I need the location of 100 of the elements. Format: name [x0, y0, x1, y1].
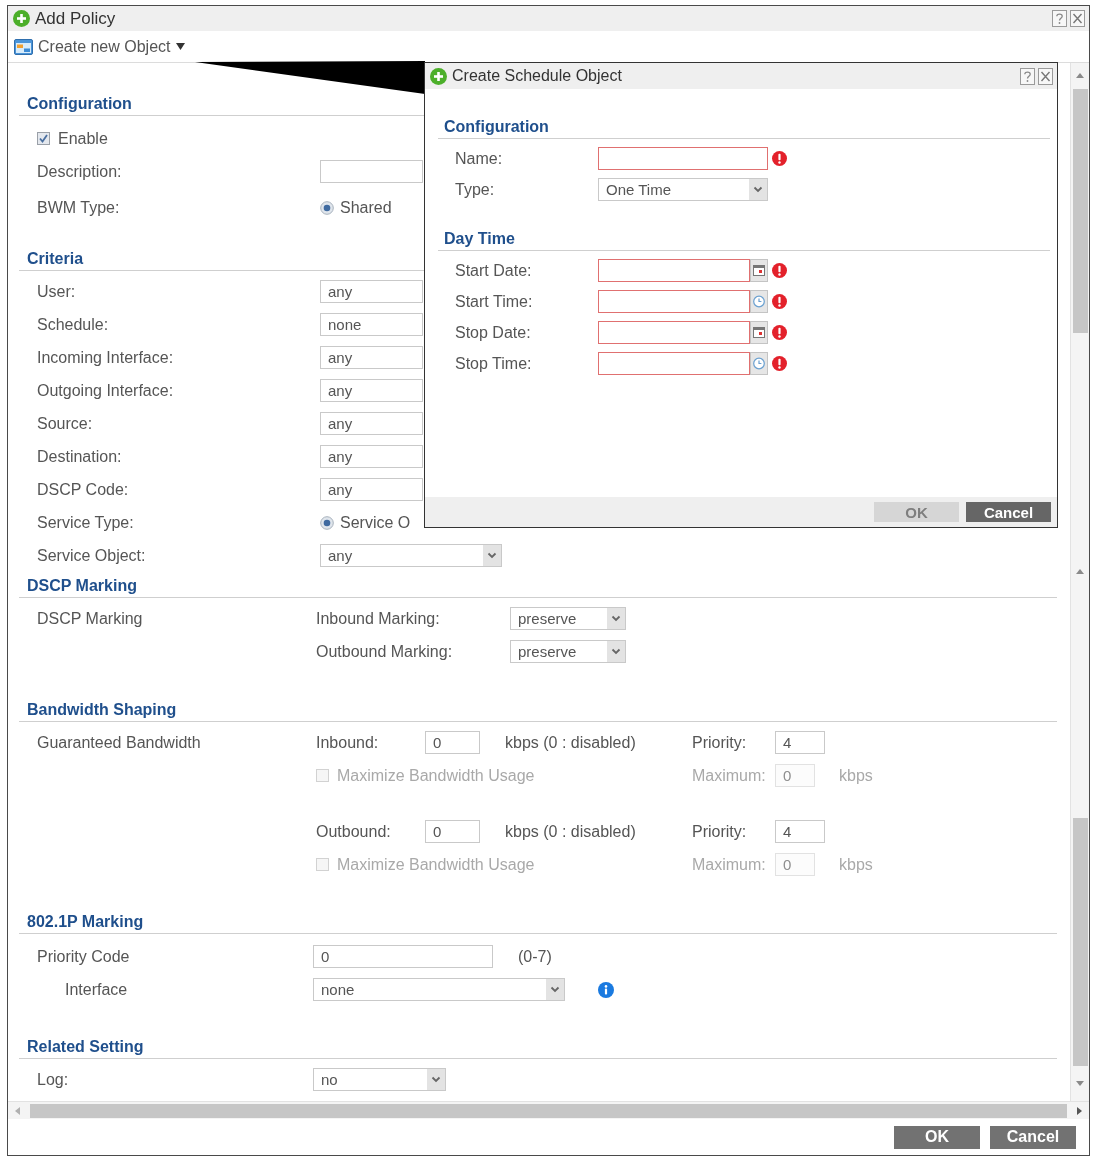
checkbox[interactable]	[37, 132, 50, 145]
radio-button[interactable]	[320, 200, 334, 215]
clock-icon[interactable]	[750, 352, 768, 375]
section-heading: Configuration	[444, 118, 549, 135]
field-label: Interface	[65, 980, 128, 999]
action-button[interactable]: OK	[894, 1125, 980, 1149]
info-icon[interactable]	[598, 981, 614, 998]
section-heading: 802.1P Marking	[27, 913, 144, 930]
field-label: Name:	[455, 149, 503, 168]
field-label: Priority:	[692, 822, 747, 841]
dropdown[interactable]: preserve	[510, 607, 626, 630]
input-field[interactable]: any	[320, 379, 423, 402]
section-heading: Bandwidth Shaping	[27, 701, 177, 718]
field-label: Start Time:	[455, 292, 533, 311]
input-field[interactable]	[320, 160, 423, 183]
field-label: Outbound Marking:	[316, 642, 453, 660]
scroll-right-icon[interactable]	[1075, 1105, 1083, 1116]
input-field[interactable]: any	[320, 412, 423, 435]
error-icon	[772, 151, 787, 166]
field-label: Source:	[37, 414, 93, 433]
create-object-menu[interactable]: Create new Object	[14, 37, 185, 56]
clock-icon[interactable]	[750, 290, 768, 313]
scroll-down-icon[interactable]	[1075, 1078, 1085, 1088]
dropdown[interactable]: preserve	[510, 640, 626, 663]
input-field[interactable]	[598, 290, 750, 313]
field-label: Priority:	[692, 733, 747, 752]
field-label: Schedule:	[37, 315, 109, 334]
field-label: kbps (0 : disabled)	[505, 822, 636, 841]
input-field[interactable]: any	[320, 445, 423, 468]
scrollbar-thumb[interactable]	[1072, 89, 1088, 333]
chevron-down-icon	[607, 608, 625, 629]
field-label: Stop Date:	[455, 323, 531, 342]
input-field[interactable]: 0	[313, 945, 493, 968]
dropdown[interactable]: no	[313, 1068, 446, 1091]
chevron-down-icon	[427, 1069, 445, 1090]
dialog-title: Create Schedule Object	[452, 67, 622, 85]
scroll-up-icon[interactable]	[1075, 71, 1085, 81]
field-label: Start Date:	[455, 261, 532, 280]
field-label: Inbound Marking:	[316, 609, 440, 627]
help-icon[interactable]	[1020, 67, 1035, 85]
input-field[interactable]: 4	[775, 731, 825, 754]
field-label: Log:	[37, 1070, 69, 1089]
calendar-icon[interactable]	[750, 321, 768, 344]
input-field[interactable]: none	[320, 313, 423, 336]
input-field[interactable]: any	[320, 346, 423, 369]
range-hint: (0-7)	[518, 947, 552, 966]
dropdown[interactable]: any	[320, 544, 502, 567]
input-field[interactable]: any	[320, 280, 423, 303]
close-icon[interactable]	[1038, 67, 1053, 85]
scroll-left-icon[interactable]	[14, 1105, 22, 1116]
close-icon[interactable]	[1070, 10, 1085, 27]
field-label: Guaranteed Bandwidth	[37, 733, 201, 752]
field-label: kbps	[839, 766, 873, 785]
add-icon	[430, 67, 447, 85]
field-label: Type:	[455, 180, 495, 199]
radio-label: Shared	[340, 198, 392, 217]
chevron-down-icon	[607, 641, 625, 662]
window-title: Add Policy	[35, 8, 116, 29]
checkbox-label: Maximize Bandwidth Usage	[337, 766, 535, 785]
radio-label: Service O	[340, 513, 411, 532]
input-field[interactable]	[598, 352, 750, 375]
dropdown[interactable]: One Time	[598, 178, 768, 201]
input-field[interactable]: 4	[775, 820, 825, 843]
field-label: Description:	[37, 162, 122, 181]
field-label: DSCP Marking	[37, 609, 143, 628]
section-heading: Day Time	[444, 230, 515, 247]
field-label: Priority Code	[37, 947, 130, 966]
input-field[interactable]: any	[320, 478, 423, 501]
field-label: Inbound:	[316, 733, 379, 752]
caret-down-icon	[175, 43, 185, 50]
dropdown[interactable]: none	[313, 978, 565, 1001]
input-field[interactable]	[598, 147, 768, 170]
checkbox-label: Maximize Bandwidth Usage	[337, 855, 535, 874]
help-icon[interactable]	[1052, 10, 1067, 27]
radio-button[interactable]	[320, 515, 334, 530]
error-icon	[772, 356, 787, 371]
add-icon	[13, 10, 30, 27]
field-label: Maximum:	[692, 766, 766, 784]
section-heading: Related Setting	[27, 1038, 144, 1055]
checkbox-label: Enable	[58, 129, 108, 148]
calendar-icon[interactable]	[750, 259, 768, 282]
dialog-button[interactable]: Cancel	[966, 502, 1051, 522]
scroll-up-icon[interactable]	[1075, 567, 1085, 577]
input-field[interactable]	[598, 259, 750, 282]
field-label: User:	[37, 282, 76, 301]
scrollbar-thumb[interactable]	[1072, 818, 1088, 1066]
window-icon	[14, 38, 33, 55]
field-label: Stop Time:	[455, 354, 532, 373]
horizontal-scrollbar[interactable]	[8, 1101, 1089, 1119]
field-label: Outbound:	[316, 822, 391, 841]
input-field[interactable]	[598, 321, 750, 344]
field-label: kbps (0 : disabled)	[505, 733, 636, 752]
section-heading: DSCP Marking	[27, 577, 137, 594]
vertical-scrollbar[interactable]	[1070, 63, 1089, 1101]
scrollbar-thumb[interactable]	[30, 1103, 1067, 1118]
input-field[interactable]: 0	[425, 820, 480, 843]
chevron-down-icon	[483, 545, 501, 566]
input-field[interactable]: 0	[425, 731, 480, 754]
field-label: Outgoing Interface:	[37, 381, 174, 400]
action-button[interactable]: Cancel	[990, 1125, 1076, 1149]
